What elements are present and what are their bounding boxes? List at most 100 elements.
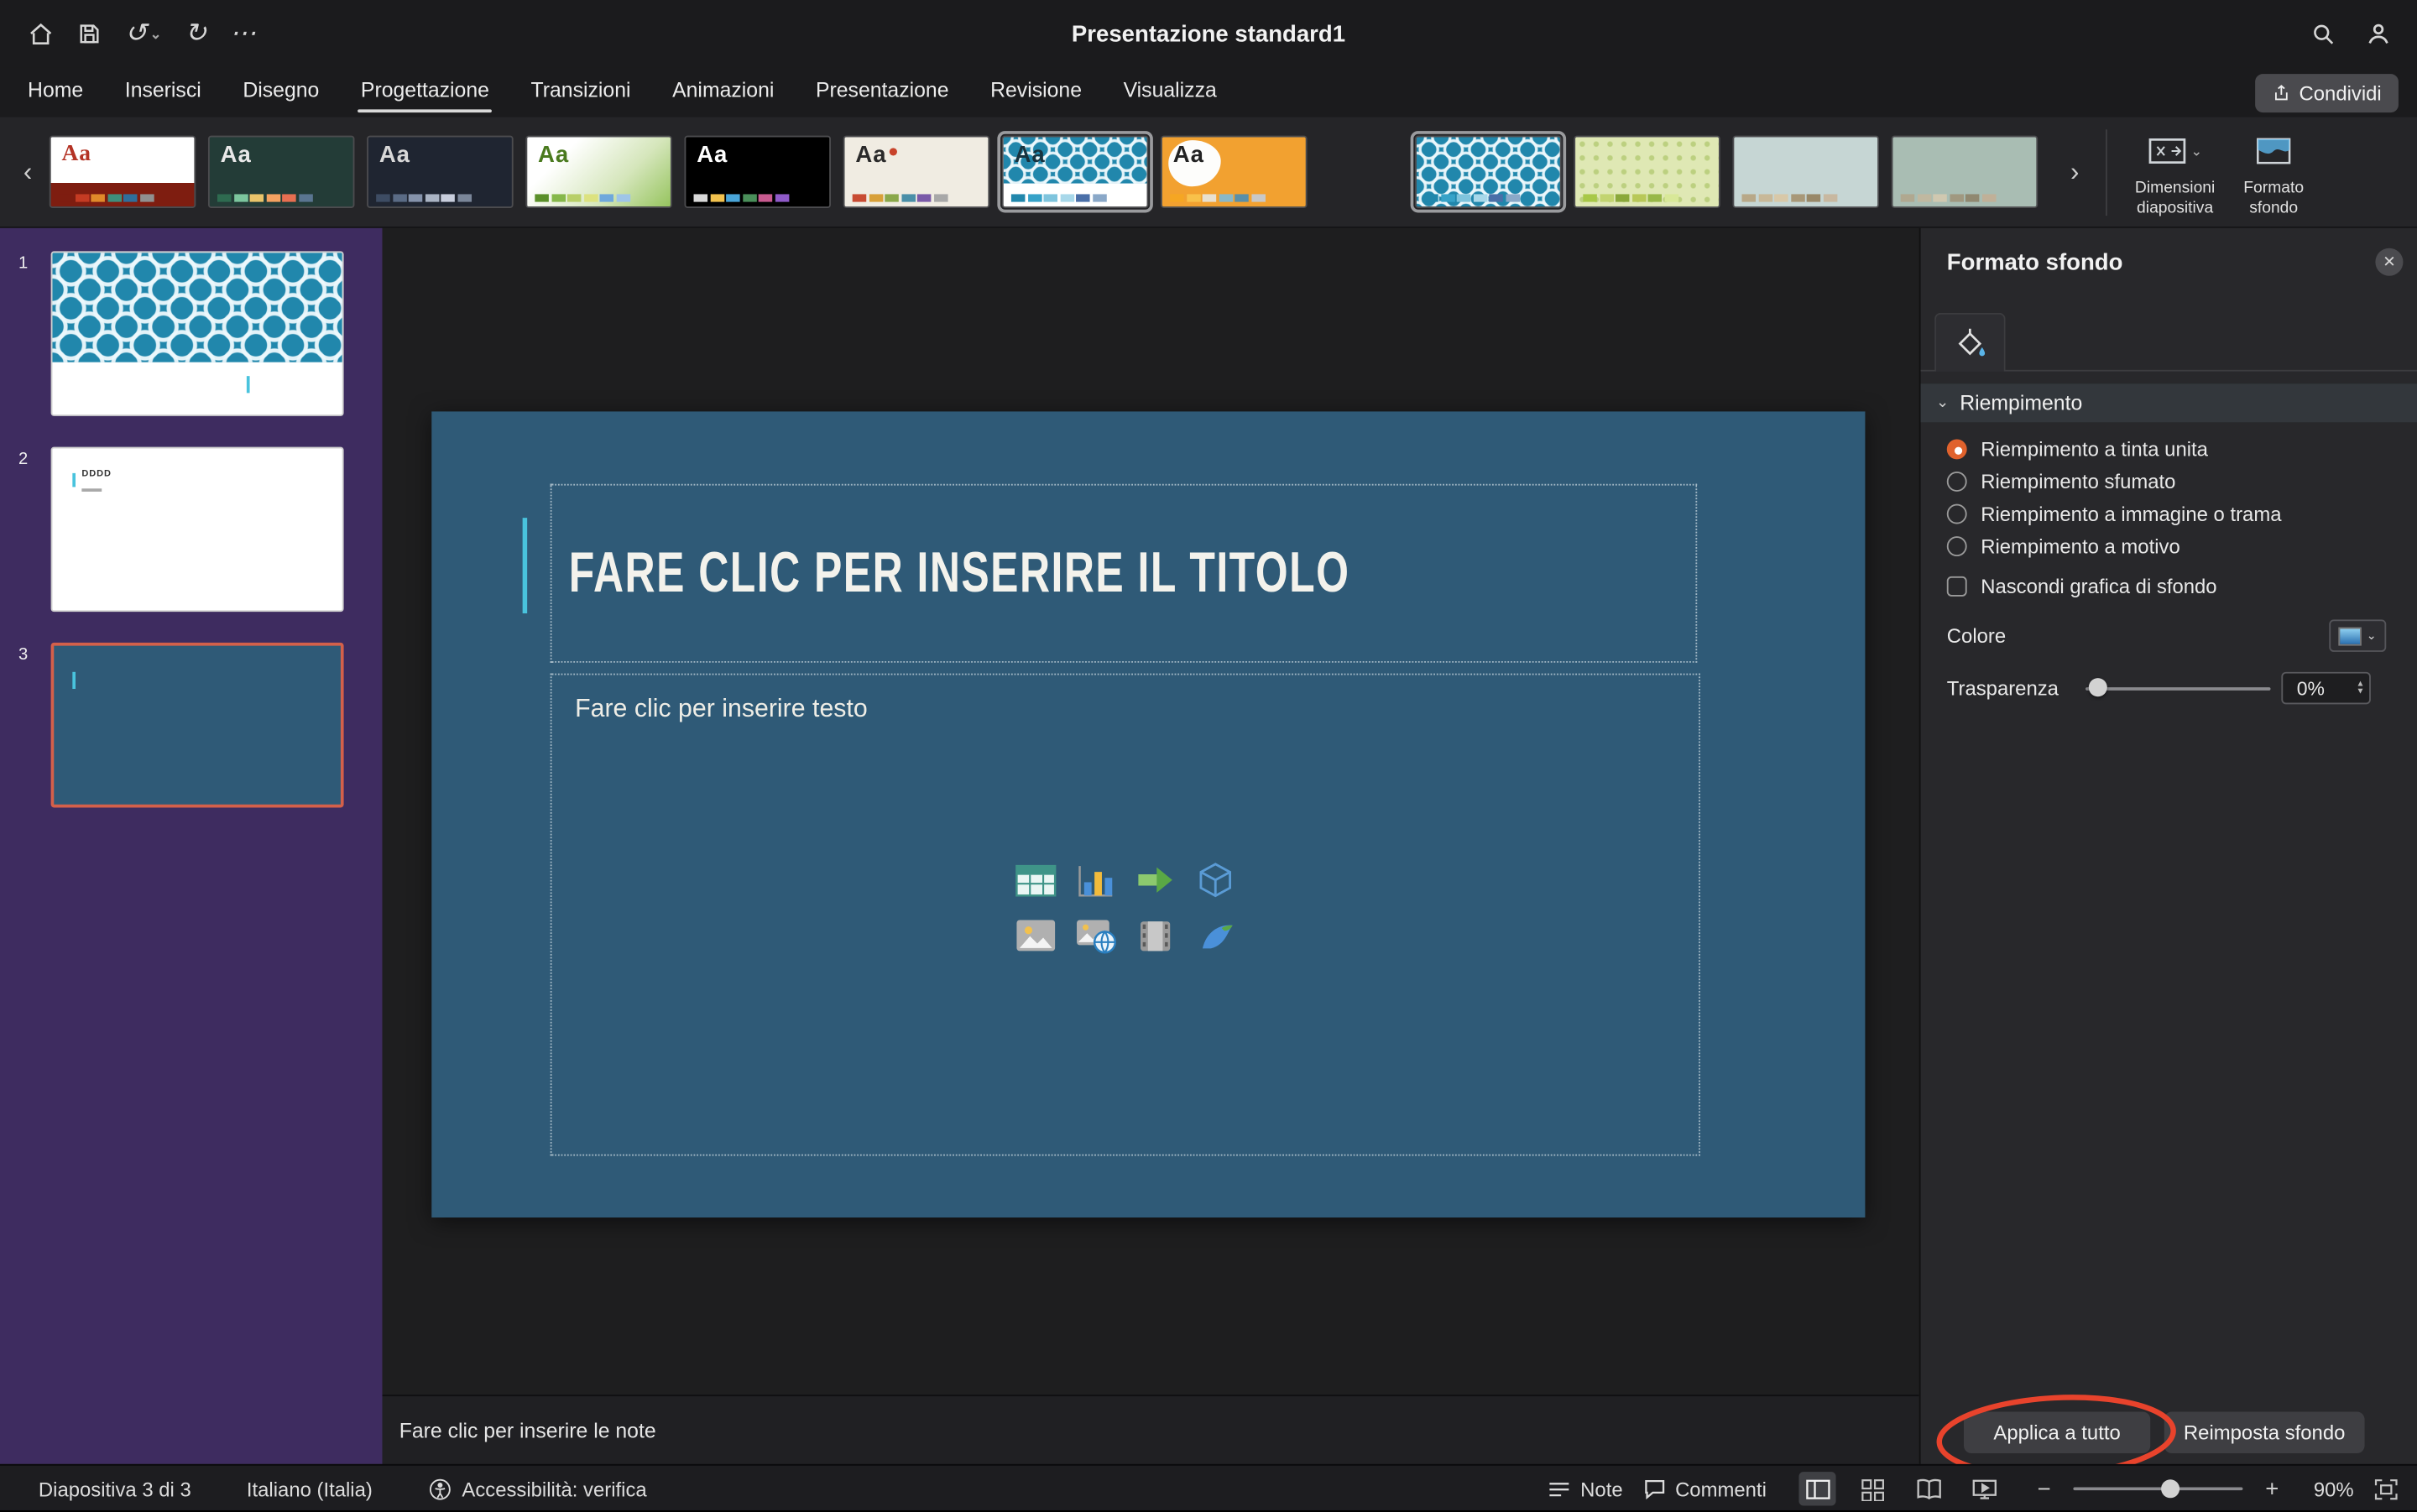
insert-online-pictures-icon[interactable] — [1072, 915, 1118, 956]
tab-progettazione[interactable]: Progettazione — [361, 68, 489, 117]
theme-thumbnail[interactable]: Aa — [367, 136, 513, 208]
title-accent-bar — [523, 518, 528, 613]
tab-revisione[interactable]: Revisione — [990, 68, 1082, 117]
themes-scroll-left-icon[interactable]: ‹ — [15, 157, 39, 188]
slideshow-view-button[interactable] — [1965, 1472, 2002, 1505]
fill-section-header[interactable]: ⌄ Riempimento — [1921, 383, 2417, 422]
tab-animazioni[interactable]: Animazioni — [672, 68, 774, 117]
fill-option-gradient[interactable]: Riempimento sfumato — [1947, 467, 2176, 495]
notes-icon — [1548, 1478, 1572, 1499]
spin-down-icon[interactable]: ▼ — [2357, 688, 2365, 696]
theme-gallery: Aa Aa Aa Aa Aa Aa Aa Aa — [50, 136, 1308, 208]
zoom-slider[interactable] — [2073, 1479, 2242, 1498]
reset-background-button[interactable]: Reimposta sfondo — [2164, 1411, 2365, 1453]
theme-thumbnail[interactable]: Aa — [525, 136, 671, 208]
fill-option-pattern[interactable]: Riempimento a motivo — [1947, 532, 2180, 560]
normal-view-icon — [1804, 1478, 1830, 1501]
fit-slide-to-window-icon[interactable] — [2374, 1478, 2399, 1501]
insert-chart-icon[interactable] — [1072, 860, 1118, 900]
transparency-slider[interactable] — [2086, 686, 2270, 691]
panel-tab-strip — [1921, 311, 2417, 372]
slide-sorter-view-button[interactable] — [1855, 1472, 1892, 1505]
color-row: Colore ⌄ — [1921, 619, 2417, 653]
insert-pictures-icon[interactable] — [1012, 915, 1058, 956]
insert-3d-model-icon[interactable] — [1193, 860, 1239, 900]
title-placeholder[interactable]: FARE CLIC PER INSERIRE IL TITOLO — [551, 484, 1698, 663]
zoom-level[interactable]: 90% — [2301, 1478, 2353, 1501]
slide-thumbnails-panel: 1 2 DDDD 3 — [0, 228, 383, 1464]
fill-option-picture[interactable]: Riempimento a immagine o trama — [1947, 499, 2282, 527]
ribbon-separator — [2106, 129, 2107, 216]
tab-visualizza[interactable]: Visualizza — [1124, 68, 1217, 117]
apply-to-all-button[interactable]: Applica a tutto — [1964, 1411, 2150, 1453]
slide-thumbnail-1[interactable] — [51, 251, 344, 416]
editing-canvas: FARE CLIC PER INSERIRE IL TITOLO Fare cl… — [383, 228, 1919, 1395]
hide-background-graphics-checkbox[interactable]: Nascondi grafica di sfondo — [1947, 571, 2217, 599]
background-color-picker[interactable]: ⌄ — [2329, 619, 2386, 652]
insert-table-icon[interactable] — [1012, 860, 1058, 900]
theme-thumbnail[interactable]: Aa — [843, 136, 989, 208]
tab-presentazione[interactable]: Presentazione — [816, 68, 949, 117]
notes-toggle[interactable]: Note — [1548, 1478, 1623, 1501]
zoom-out-icon[interactable]: − — [2034, 1476, 2053, 1502]
reading-view-icon — [1915, 1478, 1941, 1501]
notes-placeholder: Fare clic per inserire le note — [399, 1419, 656, 1442]
close-icon[interactable]: ✕ — [2375, 248, 2403, 276]
radio-icon — [1947, 471, 1967, 491]
theme-thumbnail-selected[interactable]: Aa — [1002, 136, 1148, 208]
slide-number: 1 — [18, 254, 28, 273]
slide-canvas[interactable]: FARE CLIC PER INSERIRE IL TITOLO Fare cl… — [431, 411, 1865, 1217]
tab-transizioni[interactable]: Transizioni — [531, 68, 631, 117]
powerpoint-window: ↺⌄ ↻ ⋯ Presentazione standard1 Home Inse… — [0, 0, 2417, 1510]
slide-thumbnail-3-selected[interactable] — [51, 643, 344, 808]
text-cursor — [72, 473, 76, 487]
share-icon — [2271, 83, 2289, 103]
insert-video-icon[interactable] — [1132, 915, 1178, 956]
insert-stock-media-icon[interactable] — [1193, 915, 1239, 956]
theme-thumbnail[interactable]: Aa — [1161, 136, 1307, 208]
content-placeholder[interactable]: Fare clic per inserire testo — [551, 674, 1700, 1156]
theme-thumbnail[interactable]: Aa — [685, 136, 831, 208]
comments-toggle[interactable]: Commenti — [1642, 1478, 1766, 1501]
insert-smartart-icon[interactable] — [1132, 860, 1178, 900]
share-button[interactable]: Condividi — [2254, 74, 2399, 112]
thumbnail-body-line — [81, 488, 102, 492]
theme-thumbnail[interactable]: Aa — [50, 136, 196, 208]
chevron-down-icon: ⌄ — [2190, 143, 2202, 159]
transparency-row: Trasparenza 0% ▲▼ — [1921, 672, 2417, 706]
slide-size-button[interactable]: ⌄ Dimensioni diapositiva — [2126, 128, 2225, 217]
tab-disegno[interactable]: Disegno — [243, 68, 319, 117]
checkbox-icon — [1947, 576, 1967, 596]
transparency-value-stepper[interactable]: 0% ▲▼ — [2281, 672, 2371, 705]
accessibility-status[interactable]: Accessibilità: verifica — [428, 1478, 647, 1501]
tab-home[interactable]: Home — [28, 68, 83, 117]
tab-inserisci[interactable]: Inserisci — [125, 68, 201, 117]
fill-option-solid[interactable]: Riempimento a tinta unita — [1947, 435, 2208, 462]
slide-thumbnail-2[interactable]: DDDD — [51, 447, 344, 613]
account-icon[interactable] — [2365, 20, 2393, 48]
theme-thumbnail[interactable]: Aa — [208, 136, 354, 208]
normal-view-button[interactable] — [1798, 1472, 1835, 1505]
notes-pane[interactable]: Fare clic per inserire le note — [383, 1395, 1919, 1464]
themes-scroll-right-icon[interactable]: › — [2063, 157, 2087, 188]
language-indicator[interactable]: Italiano (Italia) — [247, 1478, 373, 1501]
radio-icon — [1947, 535, 1967, 555]
zoom-slider-thumb[interactable] — [2161, 1479, 2179, 1498]
fill-tab[interactable] — [1934, 313, 2005, 372]
variant-thumbnail-selected[interactable] — [1415, 136, 1561, 208]
format-background-button[interactable]: Formato sfondo — [2224, 128, 2323, 217]
format-background-panel: Formato sfondo ✕ ⌄ Riempimento Riempimen… — [1919, 228, 2417, 1464]
variant-thumbnail[interactable] — [1892, 136, 2038, 208]
reading-view-button[interactable] — [1910, 1472, 1947, 1505]
comments-icon — [1642, 1478, 1666, 1499]
document-title: Presentazione standard1 — [0, 0, 2417, 68]
zoom-in-icon[interactable]: + — [2263, 1476, 2281, 1502]
format-background-icon — [2255, 133, 2292, 169]
variant-thumbnail[interactable] — [1732, 136, 1878, 208]
variant-thumbnail[interactable] — [1574, 136, 1720, 208]
content-insert-icons — [1012, 860, 1239, 956]
accessibility-icon — [428, 1478, 452, 1501]
search-icon[interactable] — [2310, 21, 2336, 47]
slider-thumb[interactable] — [2089, 678, 2107, 696]
color-swatch-icon — [2339, 627, 2362, 645]
